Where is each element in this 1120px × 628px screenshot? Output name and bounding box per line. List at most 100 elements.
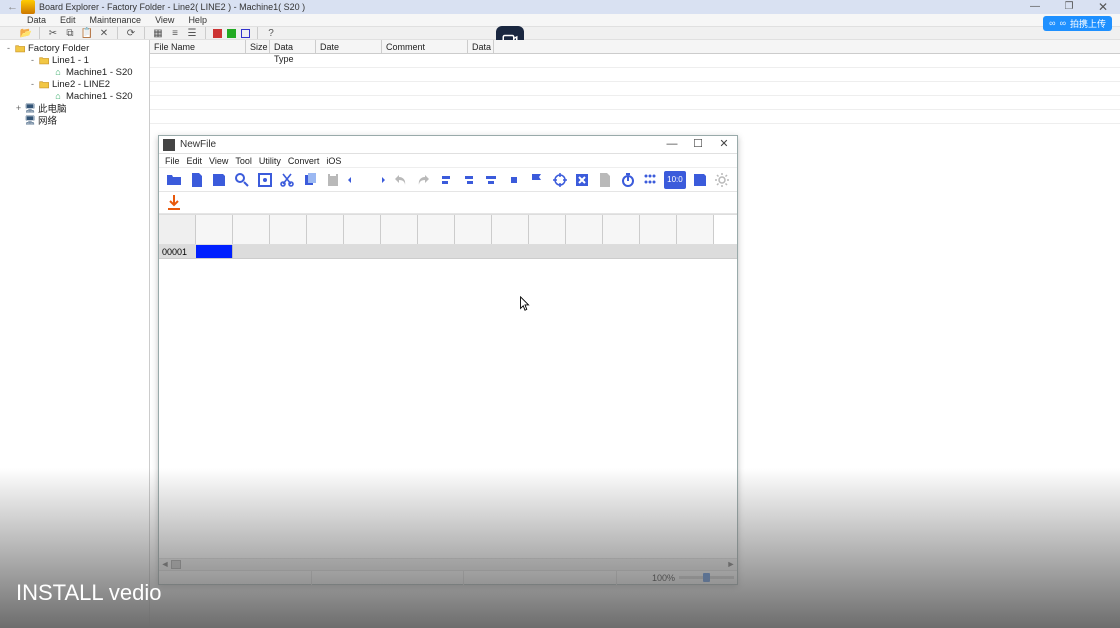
cut-icon[interactable]: ✂ [47, 27, 59, 39]
main-menu-bar: Data Edit Maintenance View Help [0, 14, 1120, 26]
zoom-fit-icon[interactable] [256, 171, 274, 189]
save-disk-icon[interactable] [691, 171, 709, 189]
copy-icon[interactable] [301, 171, 319, 189]
cloud-badge[interactable]: ∞ ∞ 拍携上传 [1043, 16, 1112, 30]
col-header[interactable]: Comment [382, 40, 468, 54]
paste-icon[interactable] [324, 171, 342, 189]
col-header[interactable]: Data Type [270, 40, 316, 54]
zoom-control[interactable]: 100% [617, 573, 737, 583]
tree-panel[interactable]: - Factory Folder -Line1 - 1⌂Machine1 - S… [0, 40, 150, 628]
scroll-right-icon[interactable]: ► [725, 559, 737, 571]
copy-icon[interactable]: ⧉ [64, 27, 76, 39]
tree-item[interactable]: 🖥网络 [0, 114, 149, 126]
zoom-value: 100% [652, 573, 675, 583]
menu-maintenance[interactable]: Maintenance [87, 15, 145, 25]
tree-item[interactable]: +🖥此电脑 [0, 102, 149, 114]
marker-green-icon[interactable] [227, 29, 236, 38]
menu-data[interactable]: Data [24, 15, 49, 25]
target-icon[interactable] [551, 171, 569, 189]
tree-item[interactable]: -Line2 - LINE2 [0, 78, 149, 90]
child-menu-convert[interactable]: Convert [288, 156, 320, 166]
selected-cell[interactable] [196, 245, 233, 258]
align-center-icon[interactable] [483, 171, 501, 189]
child-menu-ios[interactable]: iOS [326, 156, 341, 166]
h-scrollbar[interactable]: ◄ ► [159, 558, 737, 570]
maximize-button[interactable]: ❐ [1052, 0, 1086, 14]
help-icon[interactable]: ? [265, 27, 277, 39]
tree-root[interactable]: - Factory Folder [0, 42, 149, 54]
document-icon[interactable] [596, 171, 614, 189]
search-icon[interactable] [233, 171, 251, 189]
app-icon [21, 0, 35, 14]
child-menu-file[interactable]: File [165, 156, 180, 166]
close-button[interactable]: ✕ [1086, 0, 1120, 14]
menu-view[interactable]: View [152, 15, 177, 25]
main-window: ← Board Explorer - Factory Folder - Line… [0, 0, 1120, 628]
redo-icon[interactable] [415, 171, 433, 189]
menu-help[interactable]: Help [185, 15, 210, 25]
new-file-icon[interactable] [188, 171, 206, 189]
row-index: 00001 [159, 245, 196, 258]
indent-left-icon[interactable] [347, 171, 365, 189]
open-folder-icon[interactable] [165, 171, 183, 189]
editor-stage[interactable]: 00001 [159, 214, 737, 558]
insertion-marker-icon[interactable] [165, 194, 183, 212]
scroll-thumb[interactable] [171, 560, 181, 569]
cut-icon[interactable] [278, 171, 296, 189]
child-toolbar: 10:0 [159, 168, 737, 192]
col-header[interactable]: File Name [150, 40, 246, 54]
minimize-button[interactable]: — [1018, 0, 1052, 14]
tree-item[interactable]: ⌂Machine1 - S20 [0, 90, 149, 102]
col-header[interactable]: Size [246, 40, 270, 54]
child-title-bar[interactable]: NewFile — ☐ ✕ [159, 136, 737, 154]
settings-icon[interactable] [713, 171, 731, 189]
tree-item-label: Machine1 - S20 [66, 67, 133, 78]
tree-item-label: 网络 [38, 113, 57, 127]
scroll-left-icon[interactable]: ◄ [159, 559, 171, 571]
delete-icon[interactable]: ✕ [98, 27, 110, 39]
undo-icon[interactable] [392, 171, 410, 189]
flag-icon[interactable] [528, 171, 546, 189]
marker-blue-icon[interactable] [241, 29, 250, 38]
column-ruler [159, 215, 737, 245]
main-title: Board Explorer - Factory Folder - Line2(… [39, 2, 305, 12]
cancel-box-icon[interactable] [573, 171, 591, 189]
col-header[interactable]: Date [316, 40, 382, 54]
child-menu-edit[interactable]: Edit [187, 156, 203, 166]
tree-item[interactable]: ⌂Machine1 - S20 [0, 66, 149, 78]
tree-item[interactable]: -Line1 - 1 [0, 54, 149, 66]
refresh-icon[interactable]: ⟳ [125, 27, 137, 39]
align-right-icon[interactable] [460, 171, 478, 189]
distribute-icon[interactable] [505, 171, 523, 189]
folder-icon [38, 55, 50, 65]
col-header[interactable]: Data [468, 40, 494, 54]
zoom-slider[interactable] [679, 576, 734, 579]
child-window[interactable]: NewFile — ☐ ✕ File Edit View Tool Utilit… [158, 135, 738, 585]
indent-right-icon[interactable] [369, 171, 387, 189]
view-details-icon[interactable]: ☰ [186, 27, 198, 39]
child-menu-tool[interactable]: Tool [235, 156, 252, 166]
child-menu-utility[interactable]: Utility [259, 156, 281, 166]
view-large-icon[interactable]: ▦ [152, 27, 164, 39]
paste-icon[interactable]: 📋 [81, 27, 93, 39]
align-left-icon[interactable] [437, 171, 455, 189]
marker-red-icon[interactable] [213, 29, 222, 38]
tree-item-label: Machine1 - S20 [66, 91, 133, 102]
back-icon[interactable]: ← [7, 1, 18, 13]
save-icon[interactable] [210, 171, 228, 189]
ratio-icon[interactable]: 10:0 [664, 171, 686, 189]
folder-icon [14, 43, 26, 53]
child-close-button[interactable]: ✕ [711, 136, 737, 154]
pc-icon: 🖥 [24, 103, 36, 113]
view-list-icon[interactable]: ≡ [169, 27, 181, 39]
mach-icon: ⌂ [52, 91, 64, 101]
grid-icon[interactable] [641, 171, 659, 189]
mach-icon: ⌂ [52, 67, 64, 77]
timer-icon[interactable] [619, 171, 637, 189]
data-row[interactable]: 00001 [159, 245, 737, 259]
child-menu-view[interactable]: View [209, 156, 228, 166]
open-icon[interactable]: 📂 [20, 27, 32, 39]
menu-edit[interactable]: Edit [57, 15, 79, 25]
child-minimize-button[interactable]: — [659, 136, 685, 154]
child-maximize-button[interactable]: ☐ [685, 136, 711, 154]
